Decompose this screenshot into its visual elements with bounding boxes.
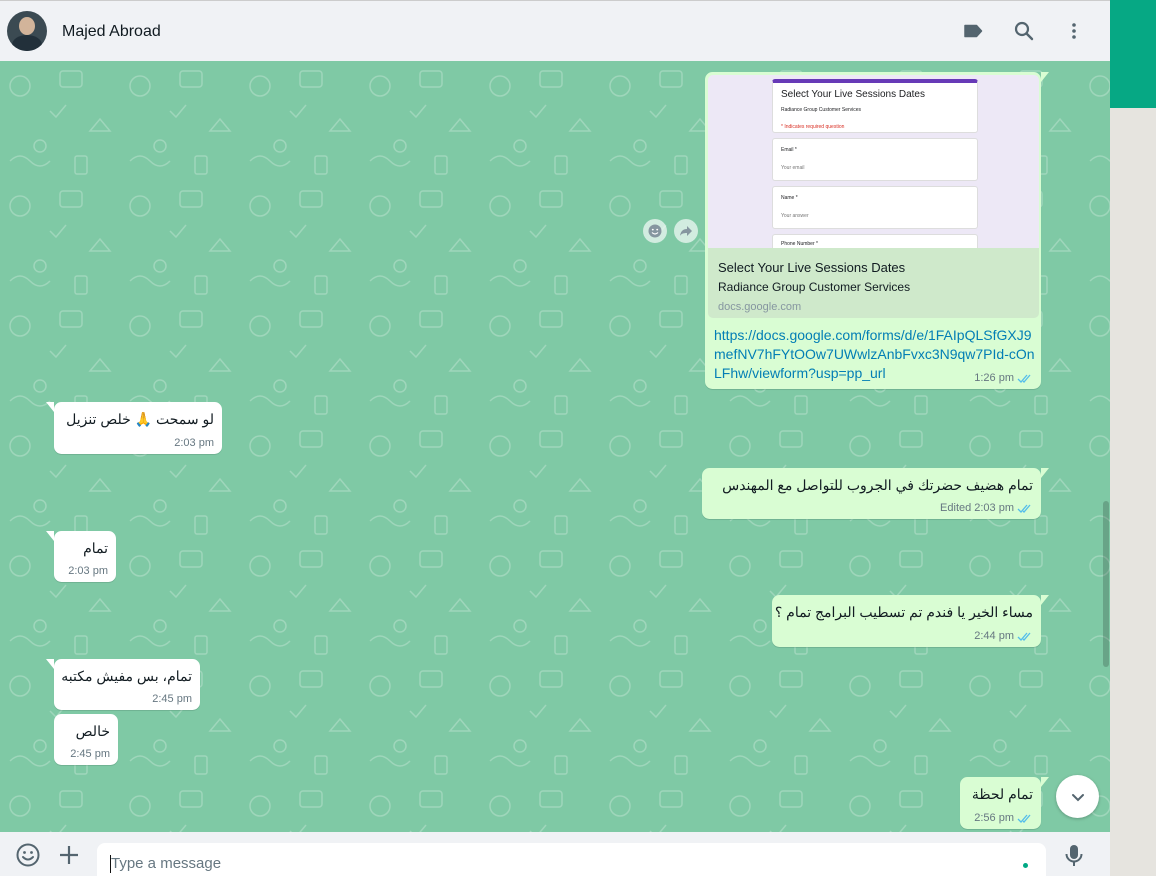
- emoji-icon[interactable]: [14, 841, 42, 869]
- outgoing-message[interactable]: تمام هضيف حضرتك في الجروب للتواصل مع الم…: [702, 468, 1049, 519]
- chat-area[interactable]: Select Your Live Sessions Dates Radiance…: [0, 61, 1110, 832]
- message-meta: 2:03 pm: [174, 437, 214, 449]
- text-caret: [110, 855, 111, 873]
- chat-header: Majed Abroad: [0, 0, 1110, 61]
- more-vertical-icon[interactable]: [1062, 19, 1086, 43]
- microphone-icon[interactable]: [1060, 841, 1088, 869]
- message-text: مساء الخير يا فندم تم تسطيب البرامج تمام…: [774, 604, 1033, 620]
- react-button[interactable]: [643, 219, 667, 243]
- message-text: تمام هضيف حضرتك في الجروب للتواصل مع الم…: [722, 477, 1033, 493]
- link-preview-description: Radiance Group Customer Services: [718, 280, 911, 294]
- message-text: لو سمحت 🙏 خلص تنزيل: [66, 411, 214, 427]
- double-check-icon: [1017, 374, 1031, 383]
- incoming-message[interactable]: تمام، بس مفيش مكتبه 2:45 pm: [46, 659, 200, 710]
- avatar[interactable]: [7, 11, 47, 51]
- search-icon[interactable]: [1012, 19, 1036, 43]
- message-meta: 2:03 pm: [68, 565, 108, 577]
- message-meta: 2:44 pm: [974, 630, 1033, 642]
- incoming-message[interactable]: خالص 2:45 pm: [54, 714, 118, 765]
- side-panel-accent: [1110, 0, 1156, 108]
- double-check-icon: [1017, 504, 1031, 513]
- scrollbar[interactable]: [1103, 501, 1109, 667]
- composer-bar: [0, 832, 1110, 876]
- status-dot: [1023, 863, 1028, 868]
- side-panel: [1110, 108, 1156, 876]
- link-preview-info[interactable]: Select Your Live Sessions Dates Radiance…: [708, 248, 1039, 318]
- message-text: تمام لحظة: [971, 786, 1033, 802]
- chevron-down-icon: [1071, 793, 1084, 801]
- link-preview-thumbnail[interactable]: Select Your Live Sessions Dates Radiance…: [708, 75, 1039, 248]
- message-text: خالص: [75, 723, 110, 739]
- outgoing-message[interactable]: مساء الخير يا فندم تم تسطيب البرامج تمام…: [772, 595, 1049, 647]
- link-preview-message[interactable]: Select Your Live Sessions Dates Radiance…: [705, 72, 1049, 389]
- label-icon[interactable]: [961, 19, 985, 43]
- scroll-to-bottom-button[interactable]: [1056, 775, 1099, 818]
- message-meta: 2:56 pm: [974, 812, 1033, 824]
- edited-label: Edited: [940, 502, 972, 514]
- emoji-icon: [648, 224, 662, 238]
- incoming-message[interactable]: تمام 2:03 pm: [46, 531, 116, 582]
- double-check-icon: [1017, 814, 1031, 823]
- double-check-icon: [1017, 632, 1031, 641]
- forward-button[interactable]: [674, 219, 698, 243]
- message-meta: 1:26 pm: [974, 372, 1033, 384]
- incoming-message[interactable]: لو سمحت 🙏 خلص تنزيل 2:03 pm: [46, 402, 222, 454]
- forward-icon: [680, 226, 692, 236]
- message-text: تمام، بس مفيش مكتبه: [61, 668, 192, 684]
- message-meta: 2:45 pm: [152, 693, 192, 705]
- plus-icon[interactable]: [55, 841, 83, 869]
- message-input[interactable]: [97, 843, 1046, 876]
- outgoing-message[interactable]: تمام لحظة 2:56 pm: [960, 777, 1049, 829]
- message-meta: Edited 2:03 pm: [940, 502, 1033, 514]
- link-preview-domain: docs.google.com: [718, 301, 802, 313]
- contact-name[interactable]: Majed Abroad: [62, 23, 161, 41]
- link-preview-title: Select Your Live Sessions Dates: [718, 260, 906, 275]
- message-meta: 2:45 pm: [70, 748, 110, 760]
- message-text: تمام: [83, 540, 108, 556]
